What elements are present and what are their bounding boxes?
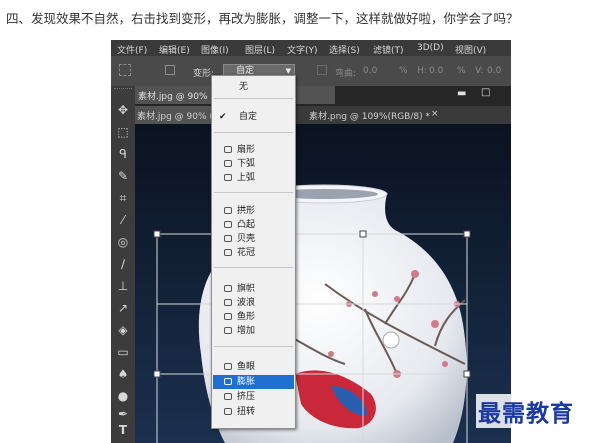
watermark-logo: 最需教育 [476,394,576,428]
brush-tool-icon[interactable]: ∕ [111,256,135,272]
bend-label: 弯曲: [335,69,357,79]
menu-file[interactable]: 文件(F) [117,43,147,56]
menu-divider [214,98,293,99]
orientation-icon[interactable] [317,65,327,75]
fish-icon [224,313,232,320]
arc-upper-icon [224,174,232,181]
h-label: H: [417,66,427,76]
tutorial-caption: 四、发现效果不自然，右击找到变形，再改为膨胀，调整一下，这样就做好啦，你学会了吗… [6,11,519,26]
tab-jpg[interactable]: 素材.jpg @ 90% ( [137,109,213,122]
warp-option-rise[interactable]: 增加 [213,324,294,338]
close-icon[interactable]: × [431,109,439,119]
arc-icon [224,146,232,153]
menu-view[interactable]: 视图(V) [455,43,486,56]
warp-option-arc-lower[interactable]: 下弧 [213,157,294,171]
warp-option-fish[interactable]: 鱼形 [213,310,294,324]
warp-style-dropdown: 无 ✔ 自定 扇形 下弧 上弧 拱形 凸起 贝壳 花冠 旗帜 波浪 鱼形 增加 … [211,75,296,429]
document-tabs: 素材.jpg @ 90% ( 素材.png @ 109%(RGB/8) * × [135,106,511,124]
document-area: 素材.jpg @ 90% ▬ □ 素材.jpg @ 90% ( 素材.png @… [135,86,511,443]
image-canvas[interactable] [135,124,511,443]
type-tool-icon[interactable]: T [111,422,135,438]
warp-option-bulge[interactable]: 凸起 [213,218,294,232]
warp-option-squeeze[interactable]: 挤压 [213,390,294,404]
transform-tool-icon[interactable] [119,64,131,76]
menu-type[interactable]: 文字(Y) [287,43,318,56]
photoshop-screenshot: 文件(F) 编辑(E) 图像(I) 图层(L) 文字(Y) 选择(S) 滤镜(T… [111,40,511,443]
marquee-tool-icon[interactable]: ⬚ [111,124,135,140]
menu-image[interactable]: 图像(I) [201,43,229,56]
menu-layer[interactable]: 图层(L) [245,43,275,56]
wave-icon [224,299,232,306]
panel-grip[interactable] [114,88,132,95]
crop-tool-icon[interactable]: ⌗ [111,190,135,206]
v-field[interactable]: 0.0 [487,66,501,76]
warp-option-inflate[interactable]: 膨胀 [213,375,294,389]
menu-divider [214,267,293,268]
inflate-icon [224,378,232,385]
flower-icon [224,249,232,256]
white-blossom [382,331,400,349]
dodge-tool-icon[interactable]: ● [111,388,135,404]
arch-icon [224,207,232,214]
tab-png[interactable]: 素材.png @ 109%(RGB/8) * [309,109,430,122]
warp-option-twist[interactable]: 扭转 [213,405,294,419]
gradient-tool-icon[interactable]: ▭ [111,344,135,360]
menu-edit[interactable]: 编辑(E) [159,43,190,56]
history-brush-tool-icon[interactable]: ↗ [111,300,135,316]
stamp-tool-icon[interactable]: ⊥ [111,278,135,294]
shell-icon [224,235,232,242]
blur-tool-icon[interactable]: ♠ [111,366,135,382]
menu-filter[interactable]: 滤镜(T) [373,43,404,56]
warp-option-arc[interactable]: 扇形 [213,143,294,157]
eraser-tool-icon[interactable]: ◈ [111,322,135,338]
eyedropper-tool-icon[interactable]: ⁄ [111,212,135,228]
squeeze-icon [224,393,232,400]
h-field[interactable]: 0.0 [429,66,443,76]
checkmark-icon: ✔ [219,112,227,122]
warp-option-none[interactable]: 无 [213,80,294,94]
rise-icon [224,327,232,334]
pen-tool-icon[interactable]: ✒ [111,406,135,422]
warp-option-flower[interactable]: 花冠 [213,246,294,260]
v-label: V: [475,66,484,76]
flag-icon [224,285,232,292]
warp-option-arc-upper[interactable]: 上弧 [213,171,294,185]
menu-divider [214,132,293,133]
h-percent: % [457,66,466,76]
minimize-icon[interactable]: ▬ [457,88,466,99]
toggle-warp-icon[interactable] [165,65,175,75]
warp-option-fisheye[interactable]: 鱼眼 [213,360,294,374]
warp-option-flag[interactable]: 旗帜 [213,282,294,296]
move-tool-icon[interactable]: ✥ [111,102,135,118]
warp-option-arch[interactable]: 拱形 [213,204,294,218]
menu-select[interactable]: 选择(S) [329,43,360,56]
bulge-icon [224,221,232,228]
warp-option-shell[interactable]: 贝壳 [213,232,294,246]
menu-bar: 文件(F) 编辑(E) 图像(I) 图层(L) 文字(Y) 选择(S) 滤镜(T… [111,40,511,56]
healing-tool-icon[interactable]: ◎ [111,234,135,250]
lasso-tool-icon[interactable]: ᑫ [111,146,135,162]
arc-lower-icon [224,160,232,167]
twist-icon [224,408,232,415]
bend-percent: % [399,66,408,76]
fisheye-icon [224,363,232,370]
menu-3d[interactable]: 3D(D) [417,43,444,53]
warp-option-wave[interactable]: 波浪 [213,296,294,310]
options-bar: 变形: 自定 ▼ 弯曲: 0.0 % H: 0.0 % V: 0.0 [111,56,511,87]
warp-option-custom[interactable]: ✔ 自定 [213,110,294,124]
vase-artwork [153,184,471,443]
tools-panel: ✥ ⬚ ᑫ ✎ ⌗ ⁄ ◎ ∕ ⊥ ↗ ◈ ▭ ♠ ● ✒ T [111,86,136,443]
menu-divider [214,192,293,193]
menu-divider [214,346,293,347]
bend-field[interactable]: 0.0 [363,66,377,76]
quick-select-tool-icon[interactable]: ✎ [111,168,135,184]
floating-window-title: 素材.jpg @ 90% [138,92,208,102]
restore-icon[interactable]: □ [481,87,490,98]
